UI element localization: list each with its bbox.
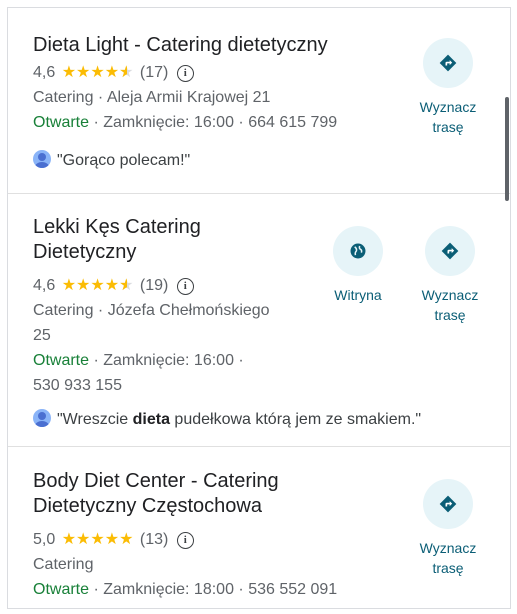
directions-icon [423, 38, 473, 88]
directions-label: Wyznacz trasę [419, 99, 477, 135]
review-text: "Gorąco polecam!" [57, 152, 191, 169]
hours: · Zamknięcie: 16:00 · [89, 352, 244, 369]
hours-row: Otwarte · Zamknięcie: 16:00 · 664 615 79… [33, 111, 337, 135]
directions-label: Wyznacz trasę [419, 540, 477, 576]
directions-button[interactable]: Wyznacz trasę [410, 226, 490, 325]
category: Catering [33, 556, 94, 573]
phone: 530 933 155 [33, 377, 122, 394]
reviews-count[interactable]: (19) [140, 277, 168, 294]
info-icon[interactable]: i [176, 278, 194, 295]
reviews-count[interactable]: (13) [140, 531, 168, 548]
rating-row: 5,0 ★★★★★ (13) i [33, 528, 194, 552]
directions-button[interactable]: Wyznacz trasę [408, 479, 488, 578]
half-star-icon: ★ [119, 274, 133, 298]
stars: ★★★★★ [61, 531, 134, 548]
review-highlight: dieta [132, 411, 170, 428]
result-card[interactable]: Dieta Light - Catering dietetyczny 4,6 ★… [8, 8, 510, 194]
directions-button[interactable]: Wyznacz trasę [408, 38, 488, 137]
half-star-icon: ★ [119, 61, 133, 85]
website-label: Witryna [334, 287, 382, 303]
reviews-count[interactable]: (17) [140, 64, 168, 81]
result-title[interactable]: Dieta Light - Catering dietetyczny [33, 33, 363, 58]
directions-icon [423, 479, 473, 529]
website-button[interactable]: Witryna [318, 226, 398, 305]
rating-value: 4,6 [33, 277, 56, 294]
result-card[interactable]: Lekki Kęs Catering Dietetyczny 4,6 ★★★★★ … [8, 194, 510, 447]
hours-phone: · Zamknięcie: 18:00 · 536 552 091 [89, 581, 338, 598]
info-icon[interactable]: i [176, 65, 194, 82]
directions-icon [425, 226, 475, 276]
review-snippet: "Wreszcie dieta pudełkowa którą jem ze s… [33, 409, 421, 431]
category-address: Catering · Aleja Armii Krajowej 21 [33, 89, 271, 106]
stars: ★★★★★ [62, 274, 134, 298]
info-icon[interactable]: i [176, 532, 194, 549]
result-card[interactable]: Body Diet Center - Catering Dietetyczny C… [8, 447, 510, 608]
review-snippet: "Gorąco polecam!" [33, 150, 190, 172]
category-address: Catering · Józefa Chełmońskiego [33, 302, 270, 319]
hours-row: Otwarte · Zamknięcie: 16:00 · [33, 349, 244, 373]
result-title[interactable]: Lekki Kęs Catering Dietetyczny [33, 215, 323, 265]
results-list: Dieta Light - Catering dietetyczny 4,6 ★… [7, 7, 511, 609]
open-status: Otwarte [33, 114, 90, 131]
address-continued: 25 [33, 327, 51, 344]
result-title[interactable]: Body Diet Center - Catering Dietetyczny C… [33, 469, 333, 519]
directions-label: Wyznacz trasę [421, 287, 479, 323]
globe-icon [333, 226, 383, 276]
rating-value: 5,0 [33, 531, 56, 548]
rating-row: 4,6 ★★★★★ (17) i [33, 61, 194, 85]
hours-row: Otwarte · Zamknięcie: 18:00 · 536 552 09… [33, 578, 337, 602]
hours-phone: · Zamknięcie: 16:00 · 664 615 799 [89, 114, 338, 131]
open-status: Otwarte [33, 352, 90, 369]
rating-value: 4,6 [33, 64, 56, 81]
stars: ★★★★★ [62, 61, 134, 85]
open-status: Otwarte [33, 581, 90, 598]
avatar-icon [33, 409, 51, 427]
rating-row: 4,6 ★★★★★ (19) i [33, 274, 194, 298]
scrollbar[interactable] [505, 97, 509, 201]
avatar-icon [33, 150, 51, 168]
